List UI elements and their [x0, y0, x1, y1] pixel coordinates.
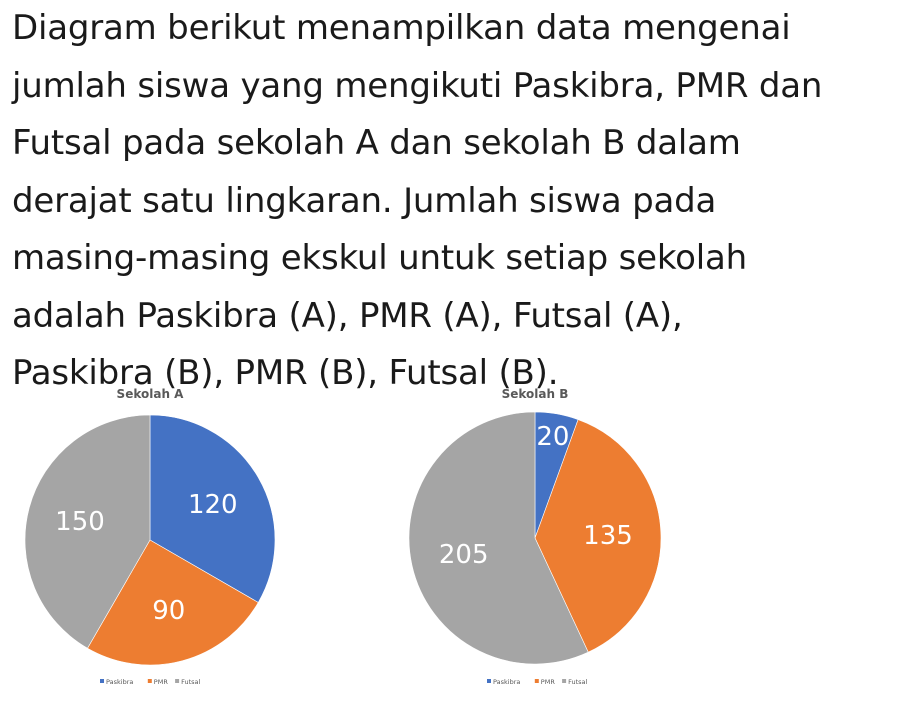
legend-swatch-paskibra — [487, 679, 491, 683]
data-label-paskibra: 20 — [536, 422, 569, 452]
data-label-pmr: 135 — [583, 521, 633, 551]
question-line: adalah Paskibra (A), PMR (A), Futsal (A)… — [12, 295, 683, 336]
chart-title: Sekolah B — [502, 387, 569, 401]
question-text: Diagram berikut menampilkan data mengena… — [12, 0, 902, 403]
chart-title: Sekolah A — [117, 387, 185, 401]
question-line: Diagram berikut menampilkan data mengena… — [12, 8, 791, 48]
data-label-paskibra: 120 — [188, 490, 238, 520]
legend-swatch-futsal — [175, 679, 180, 683]
legend-label-pmr: PMR — [541, 678, 556, 686]
legend-label-paskibra: Paskibra — [106, 678, 133, 686]
legend-swatch-pmr — [147, 679, 152, 683]
data-label-pmr: 90 — [152, 596, 185, 626]
data-label-futsal: 150 — [55, 507, 105, 537]
pie-chart-sekolah-b: Sekolah B 20 135 205 Paskibra PMR Futsal — [408, 387, 662, 686]
legend-label-futsal: Futsal — [568, 678, 587, 686]
legend-swatch-pmr — [534, 679, 539, 683]
legend-label-paskibra: Paskibra — [493, 678, 520, 686]
data-label-futsal: 205 — [439, 540, 489, 570]
question-line: derajat satu lingkaran. Jumlah siswa pad… — [12, 180, 717, 221]
legend-swatch-futsal — [562, 679, 567, 683]
legend-swatch-paskibra — [100, 679, 104, 683]
question-line: jumlah siswa yang mengikuti Paskibra, PM… — [12, 65, 823, 106]
question-line: Futsal pada sekolah A dan sekolah B dala… — [12, 123, 741, 163]
pie-chart-sekolah-a: Sekolah A 120 90 150 Paskibra PMR Futsal — [24, 387, 276, 686]
legend-label-futsal: Futsal — [181, 678, 200, 686]
legend-label-pmr: PMR — [154, 678, 169, 686]
question-line: masing-masing ekskul untuk setiap sekola… — [12, 238, 747, 278]
